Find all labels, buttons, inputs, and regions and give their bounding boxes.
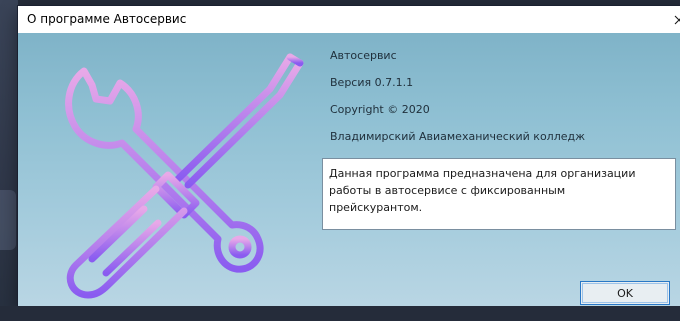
product-name: Автосервис <box>330 49 397 62</box>
description-textbox[interactable]: Данная программа предназначена для орган… <box>322 158 676 230</box>
desktop-decoration <box>0 190 16 250</box>
description-text: Данная программа предназначена для орган… <box>329 167 636 214</box>
desktop-background <box>0 0 18 321</box>
close-button[interactable] <box>670 6 680 33</box>
dialog-content: Автосервис Версия 0.7.1.1 Copyright © 20… <box>18 33 680 306</box>
copyright-label: Copyright © 2020 <box>330 103 430 116</box>
window-title: О программе Автосервис <box>27 12 187 26</box>
title-bar[interactable]: О программе Автосервис <box>18 6 680 33</box>
wrench-screwdriver-icon <box>65 53 304 299</box>
ok-button[interactable]: OK <box>580 281 670 305</box>
close-icon <box>674 15 680 24</box>
about-dialog: О программе Автосервис Автосервис Версия… <box>18 6 680 306</box>
version-label: Версия 0.7.1.1 <box>330 76 414 89</box>
company-label: Владимирский Авиамеханический колледж <box>330 130 586 143</box>
desktop-background-bottom <box>0 306 680 321</box>
screen: О программе Автосервис Автосервис Версия… <box>0 0 680 321</box>
